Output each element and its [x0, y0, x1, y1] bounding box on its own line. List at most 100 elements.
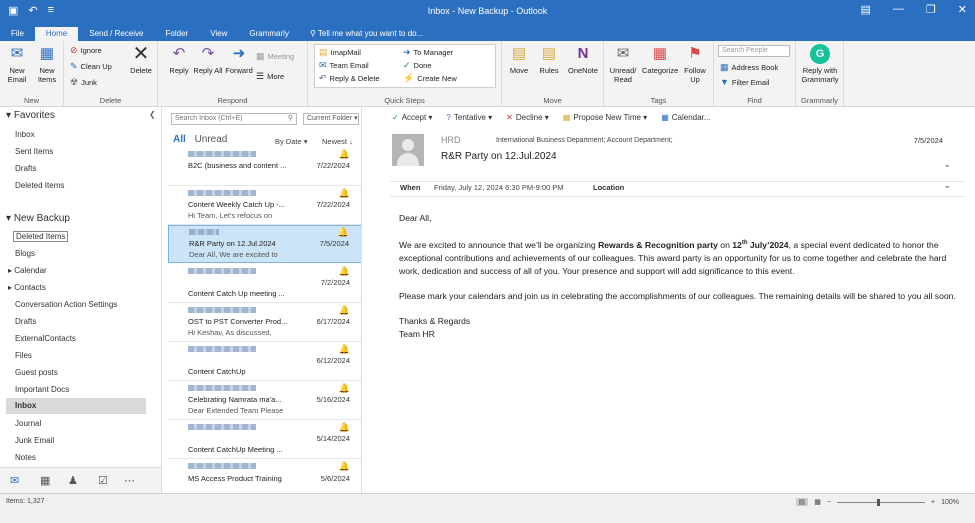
- folder-contacts[interactable]: ▸ Contacts: [8, 283, 46, 292]
- favorite-sent-items[interactable]: Sent Items: [15, 147, 53, 156]
- list-item[interactable]: 🔔 Content CatchUp Meeting ... 5/14/2024: [168, 421, 361, 459]
- list-item-selected[interactable]: 🔔 R&R Party on 12.Jul.2024 7/5/2024 Dear…: [168, 225, 361, 263]
- new-email-button[interactable]: ✉ New Email: [2, 44, 32, 84]
- list-item[interactable]: 🔔 Content Weekly Catch Up -... 7/22/2024…: [168, 187, 361, 225]
- zoom-out-icon[interactable]: −: [827, 499, 831, 506]
- sort-order-button[interactable]: Newest ↓: [322, 137, 353, 146]
- list-item[interactable]: 🔔 MS Access Product Training 5/6/2024: [168, 460, 361, 493]
- close-button[interactable]: ✕: [958, 3, 967, 16]
- folder-drafts[interactable]: Drafts: [15, 317, 36, 326]
- favorites-header[interactable]: ▾ Favorites: [6, 110, 55, 121]
- favorite-deleted-items[interactable]: Deleted Items: [15, 181, 64, 190]
- ignore-button[interactable]: ⊘ Ignore: [70, 45, 102, 56]
- quick-step-to-manager[interactable]: ➜ To Manager: [403, 47, 453, 58]
- ignore-icon: ⊘: [70, 45, 78, 55]
- decline-button[interactable]: ✕ Decline ▾: [506, 113, 549, 122]
- accept-button[interactable]: ✓ Accept ▾: [392, 113, 432, 122]
- junk-button[interactable]: ☢ Junk: [70, 77, 97, 88]
- move-button[interactable]: ▤ Move: [504, 44, 534, 75]
- quick-step-reply-delete[interactable]: ↶ Reply & Delete: [319, 73, 380, 84]
- categorize-button[interactable]: ▦ Categorize: [642, 44, 678, 75]
- folder-guest-posts[interactable]: Guest posts: [15, 368, 58, 377]
- quick-step-done[interactable]: ✓ Done: [403, 60, 431, 71]
- sort-by-dropdown[interactable]: By Date ▾: [275, 137, 308, 146]
- folder-deleted-items[interactable]: Deleted Items: [13, 231, 69, 242]
- group-delete: ⊘ Ignore ✎ Clean Up ☢ Junk ✕ Delete Delete: [64, 41, 158, 107]
- list-item[interactable]: 🔔 B2C (business and content ... 7/22/202…: [168, 148, 361, 186]
- reply-all-button[interactable]: ↷ Reply All: [193, 44, 223, 75]
- quick-step-team-email[interactable]: ✉ Team Email: [319, 60, 369, 71]
- folder-journal[interactable]: Journal: [15, 419, 41, 428]
- list-item[interactable]: 🔔 Celebrating Namrata ma'a... 5/16/2024 …: [168, 382, 361, 420]
- restore-button[interactable]: ❐: [926, 3, 936, 16]
- follow-up-button[interactable]: ⚑ Follow Up: [680, 44, 710, 84]
- folder-important-docs[interactable]: Important Docs: [15, 385, 69, 394]
- favorite-drafts[interactable]: Drafts: [15, 164, 36, 173]
- meeting-button[interactable]: ▦ Meeting: [256, 51, 294, 62]
- sender-name[interactable]: HRD: [441, 135, 461, 145]
- sender-redacted: [188, 268, 256, 274]
- delete-button[interactable]: ✕ Delete: [126, 44, 156, 75]
- account-header[interactable]: ▾ New Backup: [6, 213, 70, 224]
- favorite-inbox[interactable]: Inbox: [15, 130, 35, 139]
- search-inbox-input[interactable]: Search Inbox (Ctrl+E) ⚲: [171, 113, 297, 125]
- folder-conversation-action-settings[interactable]: Conversation Action Settings: [15, 300, 117, 309]
- clean-up-button[interactable]: ✎ Clean Up: [70, 61, 112, 72]
- mail-icon[interactable]: ✉: [10, 474, 19, 487]
- tab-grammarly[interactable]: Grammarly: [238, 27, 300, 41]
- folder-blogs[interactable]: Blogs: [15, 249, 35, 258]
- collapse-pane-icon[interactable]: ❮: [149, 110, 156, 119]
- zoom-in-icon[interactable]: +: [931, 499, 935, 506]
- propose-new-time-button[interactable]: ▦ Propose New Time ▾: [563, 113, 647, 122]
- folder-notes[interactable]: Notes: [15, 453, 36, 462]
- people-icon[interactable]: ♟: [68, 474, 78, 487]
- search-people-input[interactable]: Search People: [718, 45, 790, 57]
- unread-read-button[interactable]: ✉ Unread/ Read: [606, 44, 640, 84]
- forward-button[interactable]: ➜ Forward: [224, 44, 254, 75]
- tentative-button[interactable]: ? Tentative ▾: [446, 113, 492, 122]
- filter-all[interactable]: All: [173, 134, 186, 145]
- folder-files[interactable]: Files: [15, 351, 32, 360]
- tell-me-box[interactable]: ⚲ Tell me what you want to do...: [300, 27, 433, 41]
- tab-home[interactable]: Home: [34, 27, 79, 41]
- tab-file[interactable]: File: [0, 27, 35, 41]
- quick-step-create-new[interactable]: ⚡ Create New: [403, 73, 457, 84]
- reply-with-grammarly-button[interactable]: G Reply with Grammarly: [798, 44, 842, 84]
- module-switcher: ✉ ▦ ♟ ☑ ⋯: [0, 467, 162, 493]
- zoom-level[interactable]: 100%: [941, 499, 959, 506]
- filter-email-button[interactable]: ▼ Filter Email: [720, 77, 769, 87]
- new-items-button[interactable]: ▦ New Items: [32, 44, 62, 84]
- tab-folder[interactable]: Folder: [155, 27, 200, 41]
- folder-calendar[interactable]: ▸ Calendar: [8, 266, 47, 275]
- list-item[interactable]: 🔔 OST to PST Converter Prod... 6/17/2024…: [168, 304, 361, 342]
- minimize-button[interactable]: —: [893, 3, 904, 16]
- folder-externalcontacts[interactable]: ExternalContacts: [15, 334, 76, 343]
- ribbon-display-options-icon[interactable]: ▤: [861, 3, 871, 16]
- envelope-open-icon: ✉: [616, 45, 630, 62]
- more-modules-icon[interactable]: ⋯: [124, 474, 135, 487]
- filter-unread[interactable]: Unread: [195, 134, 228, 145]
- calendar-icon[interactable]: ▦: [40, 474, 50, 487]
- reply-button[interactable]: ↶ Reply: [164, 44, 194, 75]
- tab-view[interactable]: View: [199, 27, 238, 41]
- tasks-icon[interactable]: ☑: [98, 474, 108, 487]
- normal-view-icon[interactable]: ▤: [795, 498, 809, 506]
- chevron-down-icon[interactable]: ⌄: [943, 159, 951, 170]
- folder-junk-email[interactable]: Junk Email: [15, 436, 54, 445]
- more-button[interactable]: ☰ More: [256, 71, 284, 82]
- message-body: Dear All, We are excited to announce tha…: [399, 212, 959, 341]
- list-item[interactable]: 🔔 Content CatchUp 6/12/2024: [168, 343, 361, 381]
- quick-step-imapmail[interactable]: ▤ ImapMail: [319, 47, 361, 58]
- chevron-down-icon[interactable]: ⌄: [943, 180, 951, 191]
- tab-send-receive[interactable]: Send / Receive: [78, 27, 154, 41]
- reading-view-icon[interactable]: ▦: [814, 498, 821, 506]
- zoom-slider[interactable]: [837, 498, 925, 506]
- onenote-button[interactable]: N OneNote: [565, 44, 601, 75]
- address-book-button[interactable]: ▦ Address Book: [720, 62, 778, 73]
- search-scope-dropdown[interactable]: Current Folder ▾: [303, 113, 359, 125]
- list-item[interactable]: 🔔 Content Catch Up meeting ... 7/2/2024: [168, 265, 361, 303]
- zoom-control: ▤ ▦ − + 100%: [795, 498, 959, 506]
- calendar-button[interactable]: ▦ Calendar...: [661, 113, 710, 122]
- folder-inbox[interactable]: Inbox: [6, 398, 146, 414]
- rules-button[interactable]: ▤ Rules: [534, 44, 564, 75]
